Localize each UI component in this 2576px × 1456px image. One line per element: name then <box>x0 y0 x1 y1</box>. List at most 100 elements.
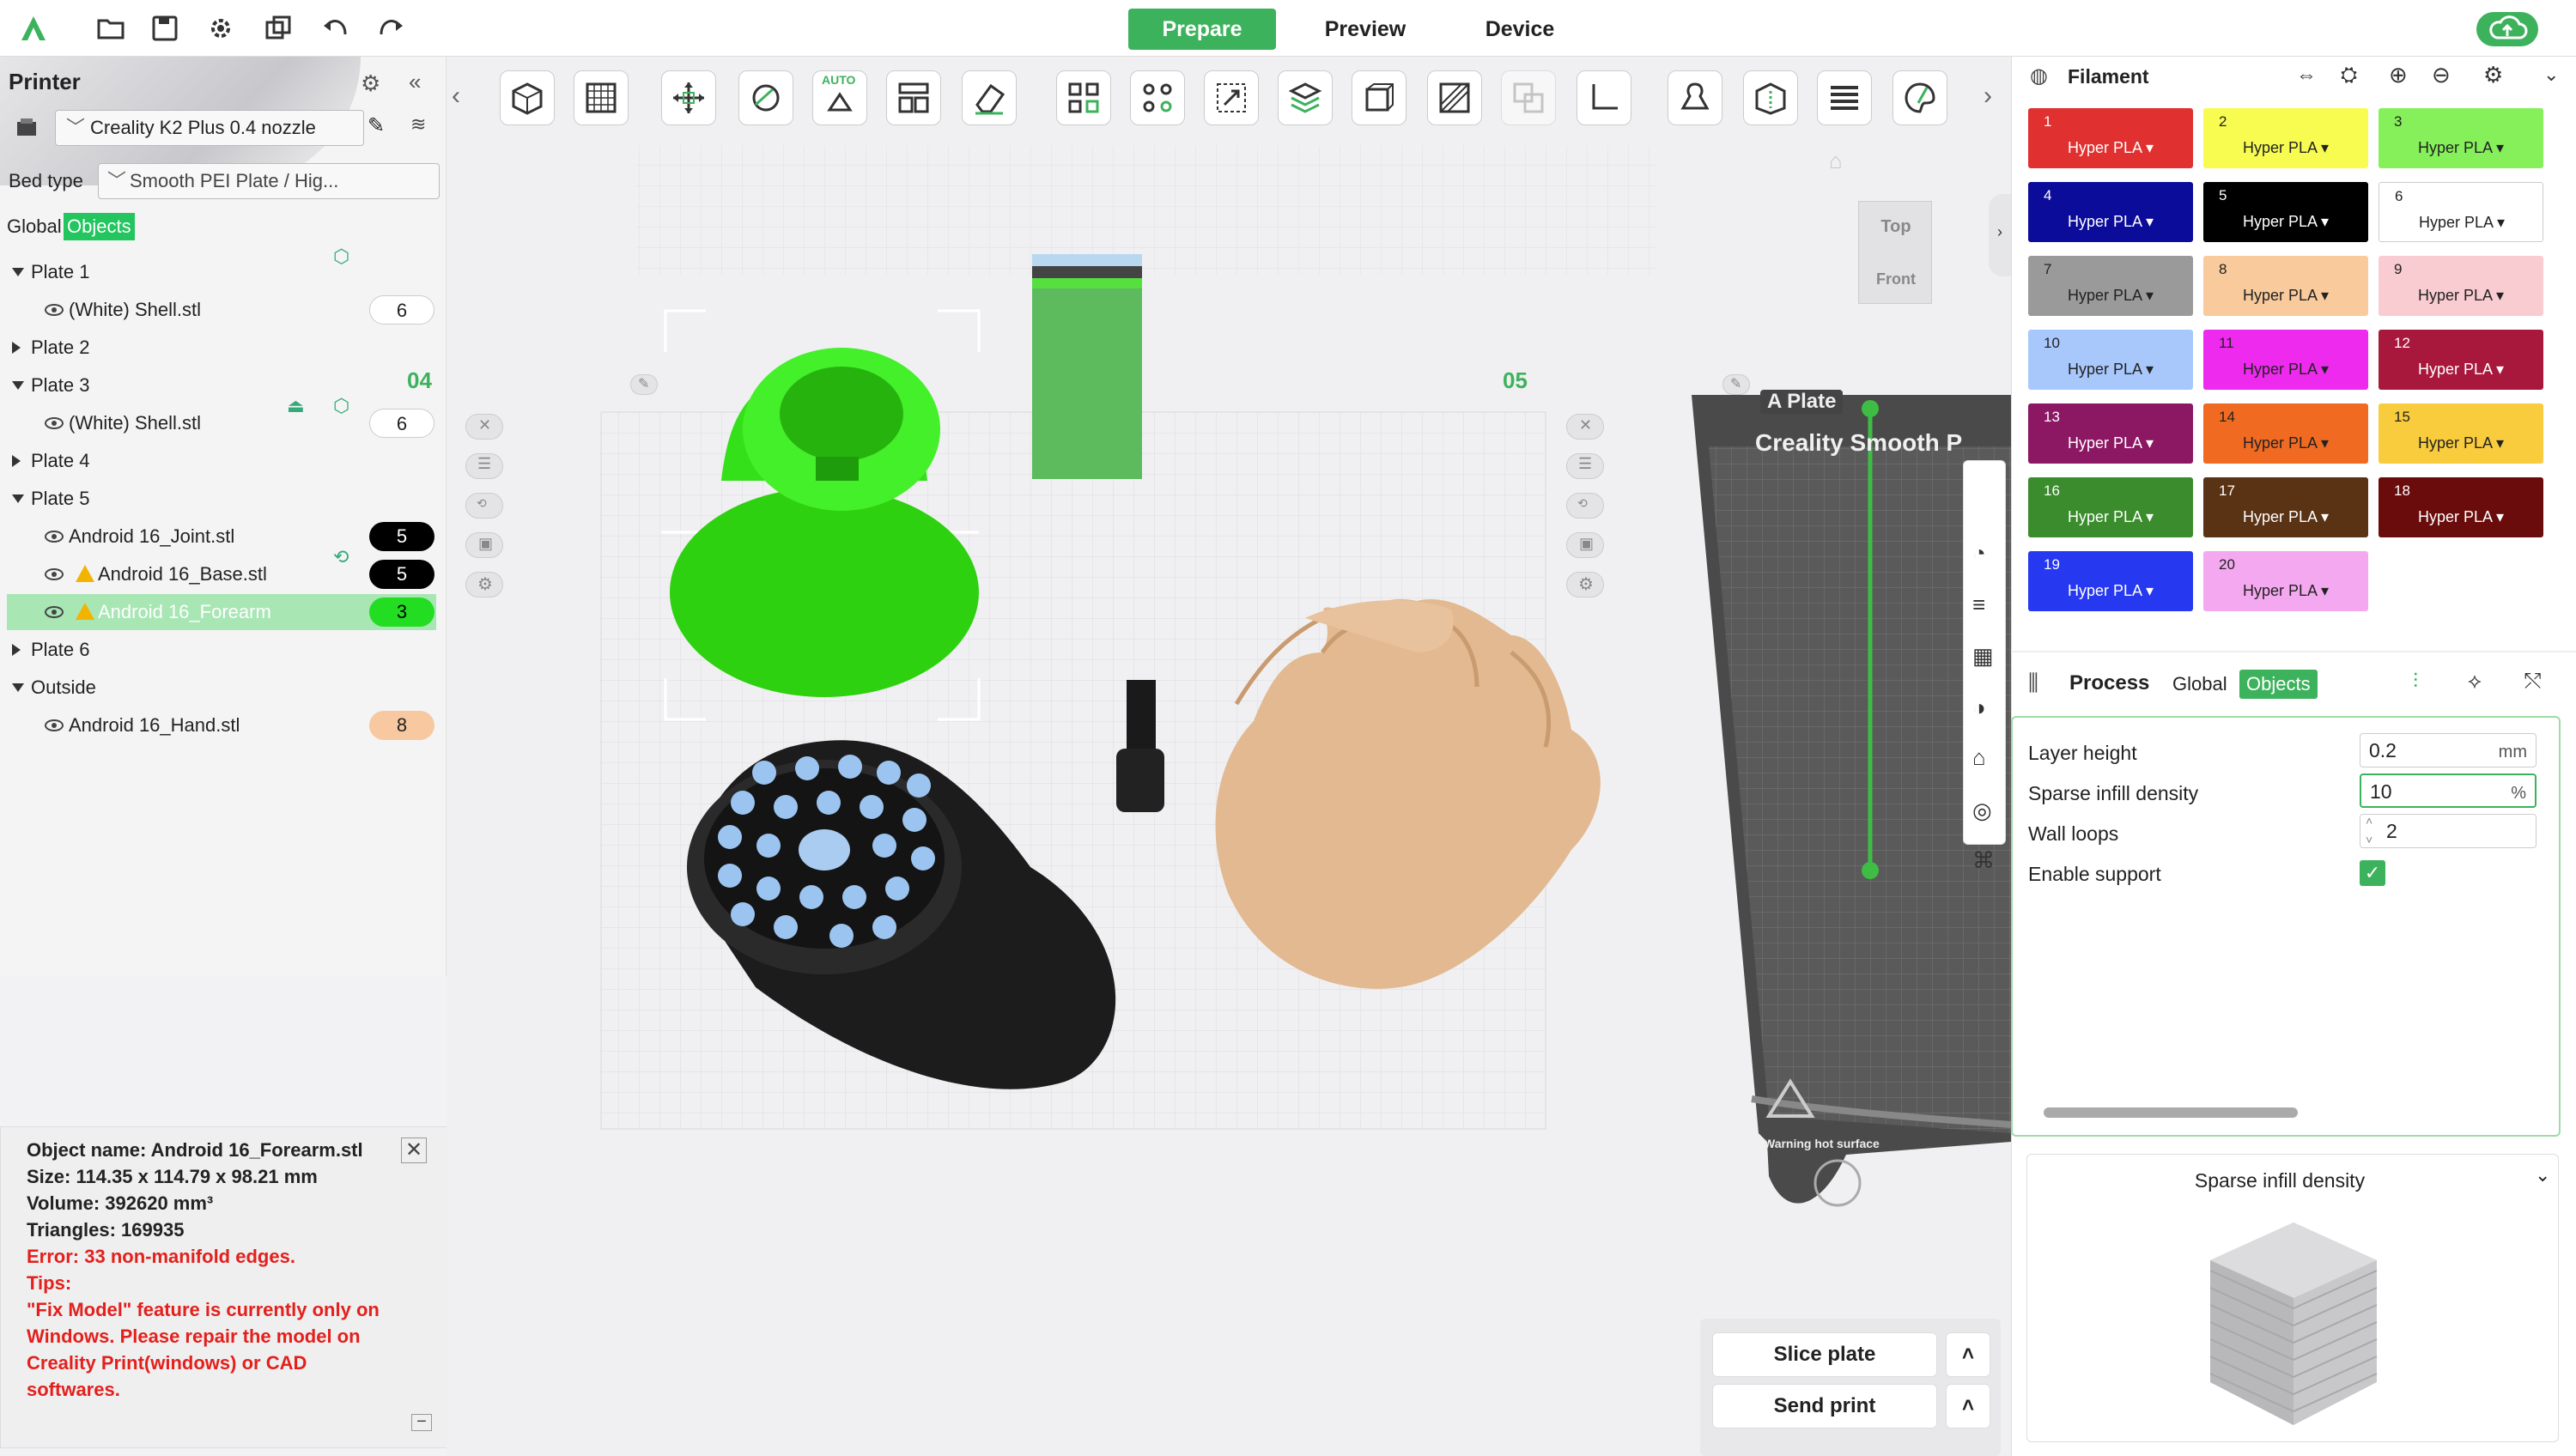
variable-layer-button[interactable] <box>1817 70 1872 125</box>
add-filament-icon[interactable]: ⊕ <box>2389 62 2408 88</box>
process-compare-icon[interactable]: ⟡ <box>2468 670 2482 694</box>
mesh-boolean-button[interactable] <box>1427 70 1482 125</box>
tree-plate-row[interactable]: Plate 4 <box>0 443 447 479</box>
filament-badge[interactable]: 6 <box>369 295 434 325</box>
joint-model[interactable] <box>1032 254 1142 479</box>
eye-visibility-icon[interactable] <box>45 304 64 316</box>
rotate-icon[interactable]: ⟲ <box>333 546 349 568</box>
plate-lock-button[interactable]: ▣ <box>465 532 503 558</box>
cloud-upload-button[interactable] <box>2476 12 2538 46</box>
filament-type-dropdown[interactable]: Hyper PLA ▾ <box>2203 213 2368 231</box>
printer-settings-icon[interactable]: ⚙ <box>361 70 380 97</box>
filament-type-dropdown[interactable]: Hyper PLA ▾ <box>2203 508 2368 526</box>
tree-object-row[interactable]: Android 16_Forearm 3 <box>7 594 436 630</box>
plate-edit-button[interactable]: ✎ <box>1722 374 1750 395</box>
collapse-preview-icon[interactable]: ⌄ <box>2535 1164 2550 1186</box>
3d-viewport[interactable]: 05 A Plate Creality Smooth P Warning hot… <box>447 57 2014 1456</box>
process-tab-global[interactable]: Global <box>2172 673 2227 695</box>
filament-type-dropdown[interactable]: Hyper PLA ▾ <box>2203 361 2368 379</box>
filament-type-dropdown[interactable]: Hyper PLA ▾ <box>2028 582 2193 600</box>
expanded-arrow-icon[interactable] <box>12 268 24 276</box>
plate-edit-button[interactable]: ✎ <box>630 374 658 395</box>
tree-plate-row[interactable]: Plate 5 <box>0 481 447 517</box>
plate-settings-button[interactable]: ⚙ <box>1566 572 1604 598</box>
filament-type-dropdown[interactable]: Hyper PLA ▾ <box>2028 139 2193 157</box>
copy-icon[interactable] <box>260 10 296 46</box>
tree-object-row[interactable]: (White) Shell.stl 6 <box>0 292 447 328</box>
wifi-icon[interactable]: ≋ <box>410 113 426 136</box>
filament-slot[interactable]: 9 Hyper PLA ▾ <box>2379 256 2543 316</box>
settings-gear-icon[interactable] <box>203 10 239 46</box>
minimize-info-button[interactable]: − <box>411 1413 432 1431</box>
erase-button[interactable] <box>962 70 1017 125</box>
filament-settings-icon[interactable]: ⚙ <box>2483 62 2503 88</box>
filament-type-dropdown[interactable]: Hyper PLA ▾ <box>2379 508 2543 526</box>
filament-sync-icon[interactable]: ⇔ <box>2296 64 2317 88</box>
auto-orient-button[interactable] <box>661 70 716 125</box>
enable-support-checkbox[interactable]: ✓ <box>2360 860 2385 886</box>
toolbar-scroll-right-icon[interactable]: › <box>1984 82 1992 111</box>
process-share-icon[interactable]: ⤲ <box>2524 670 2541 694</box>
plate-close-button[interactable]: ✕ <box>465 414 503 440</box>
plate-number-04[interactable]: 04 <box>407 367 432 394</box>
save-icon[interactable] <box>147 10 183 46</box>
tree-object-row[interactable]: Android 16_Hand.stl 8 <box>0 707 447 743</box>
filament-slot[interactable]: 7 Hyper PLA ▾ <box>2028 256 2193 316</box>
tab-preview[interactable]: Preview <box>1288 9 1443 50</box>
filament-slot[interactable]: 16 Hyper PLA ▾ <box>2028 477 2193 537</box>
slice-options-button[interactable]: ˄ <box>1946 1332 1990 1377</box>
tree-plate-row[interactable]: Plate 1 <box>0 254 447 290</box>
plate-auto-arrange-button[interactable]: ⟲ <box>1566 493 1604 519</box>
grid-icon[interactable]: ▦ <box>1972 643 1994 670</box>
filament-type-dropdown[interactable]: Hyper PLA ▾ <box>2203 434 2368 452</box>
filament-slot[interactable]: 5 Hyper PLA ▾ <box>2203 182 2368 242</box>
tree-plate-row[interactable]: Outside <box>0 670 447 706</box>
filament-badge[interactable]: 5 <box>369 560 434 589</box>
filament-type-dropdown[interactable]: Hyper PLA ▾ <box>2203 582 2368 600</box>
filament-slot[interactable]: 13 Hyper PLA ▾ <box>2028 403 2193 464</box>
eye-visibility-icon[interactable] <box>45 568 64 580</box>
filament-badge[interactable]: 6 <box>369 409 434 438</box>
plate-lock-button[interactable]: ▣ <box>1566 532 1604 558</box>
filament-slot[interactable]: 18 Hyper PLA ▾ <box>2379 477 2543 537</box>
expanded-arrow-icon[interactable] <box>12 683 24 692</box>
tree-plate-row[interactable]: Plate 3 <box>0 367 447 403</box>
expanded-arrow-icon[interactable] <box>12 494 24 503</box>
send-print-button[interactable]: Send print <box>1712 1384 1937 1429</box>
filament-slot[interactable]: 3 Hyper PLA ▾ <box>2379 108 2543 168</box>
plate-number-05[interactable]: 05 <box>1503 367 1528 394</box>
measure-button[interactable] <box>1577 70 1631 125</box>
filament-type-dropdown[interactable]: Hyper PLA ▾ <box>2028 361 2193 379</box>
color-paint-button[interactable] <box>1893 70 1947 125</box>
plate-list-button[interactable]: ☰ <box>1566 453 1604 479</box>
scale-button[interactable] <box>1204 70 1259 125</box>
align-icon[interactable]: ≡ <box>1972 592 1985 618</box>
printer-select[interactable]: ﹀ Creality K2 Plus 0.4 nozzle <box>55 110 364 146</box>
cube-settings-icon[interactable]: ⬡ <box>333 246 349 268</box>
support-paint-button[interactable] <box>1668 70 1722 125</box>
filament-slot[interactable]: 2 Hyper PLA ▾ <box>2203 108 2368 168</box>
tree-object-row[interactable]: (White) Shell.stl 6 <box>0 405 447 441</box>
collapse-panel-icon[interactable]: « <box>409 69 421 95</box>
tree-plate-row[interactable]: Plate 2 <box>0 330 447 366</box>
filament-type-dropdown[interactable]: Hyper PLA ▾ <box>2379 287 2543 305</box>
infill-density-input[interactable]: 10% <box>2360 774 2537 808</box>
filament-slot[interactable]: 15 Hyper PLA ▾ <box>2379 403 2543 464</box>
bed-type-select[interactable]: ﹀ Smooth PEI Plate / Hig... <box>98 163 440 199</box>
filament-slot[interactable]: 14 Hyper PLA ▾ <box>2203 403 2368 464</box>
tab-global[interactable]: Global <box>7 213 62 240</box>
warning-icon[interactable] <box>76 565 94 582</box>
seam-paint-button[interactable] <box>1743 70 1798 125</box>
split-objects-button[interactable] <box>1056 70 1111 125</box>
view-top[interactable]: Top <box>1859 217 1933 237</box>
collapsed-arrow-icon[interactable] <box>12 644 21 656</box>
support-icon[interactable]: ⌂ <box>1972 744 1986 771</box>
filament-type-dropdown[interactable]: Hyper PLA ▾ <box>2379 214 2544 232</box>
filament-slot[interactable]: 11 Hyper PLA ▾ <box>2203 330 2368 390</box>
tab-objects[interactable]: Objects <box>64 213 135 240</box>
layer-height-input[interactable]: 0.2 mm <box>2360 733 2537 767</box>
redo-icon[interactable] <box>373 10 409 46</box>
cut-button[interactable] <box>1352 70 1406 125</box>
toolbar-scroll-left-icon[interactable]: ‹ <box>452 82 460 111</box>
add-plate-button[interactable] <box>574 70 629 125</box>
